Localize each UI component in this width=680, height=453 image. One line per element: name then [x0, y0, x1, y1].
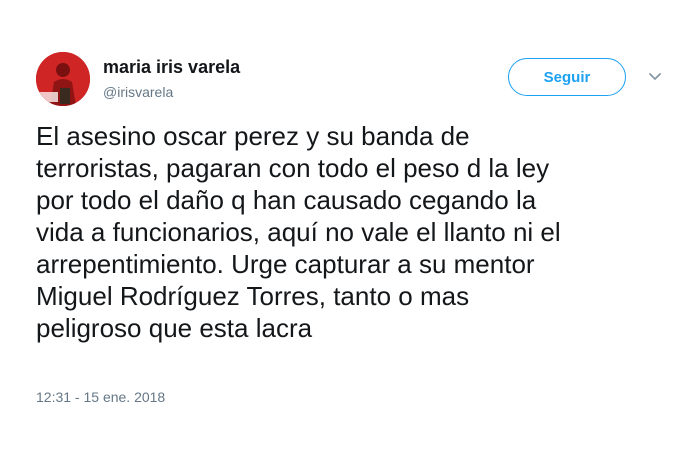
tweet-line: Miguel Rodríguez Torres, tanto o mas [36, 281, 470, 311]
chevron-down-icon[interactable] [647, 70, 663, 84]
tweet-text: El asesino oscar perez y su banda de ter… [36, 120, 656, 344]
tweet-line: arrepentimiento. Urge capturar a su ment… [36, 249, 535, 279]
avatar-image [36, 52, 90, 106]
display-name[interactable]: maria iris varela [103, 57, 240, 78]
follow-button[interactable]: Seguir [508, 58, 626, 96]
avatar[interactable] [36, 52, 90, 106]
tweet-line: terroristas, pagaran con todo el peso d … [36, 153, 550, 183]
tweet-line: por todo el daño q han causado cegando l… [36, 185, 537, 215]
tweet-timestamp[interactable]: 12:31 - 15 ene. 2018 [36, 389, 165, 405]
tweet-line: vida a funcionarios, aquí no vale el lla… [36, 217, 561, 247]
user-handle[interactable]: @irisvarela [103, 84, 173, 100]
tweet-card: maria iris varela @irisvarela Seguir El … [0, 0, 680, 453]
tweet-line: peligroso que esta lacra [36, 313, 313, 343]
tweet-line: El asesino oscar perez y su banda de [36, 121, 470, 151]
